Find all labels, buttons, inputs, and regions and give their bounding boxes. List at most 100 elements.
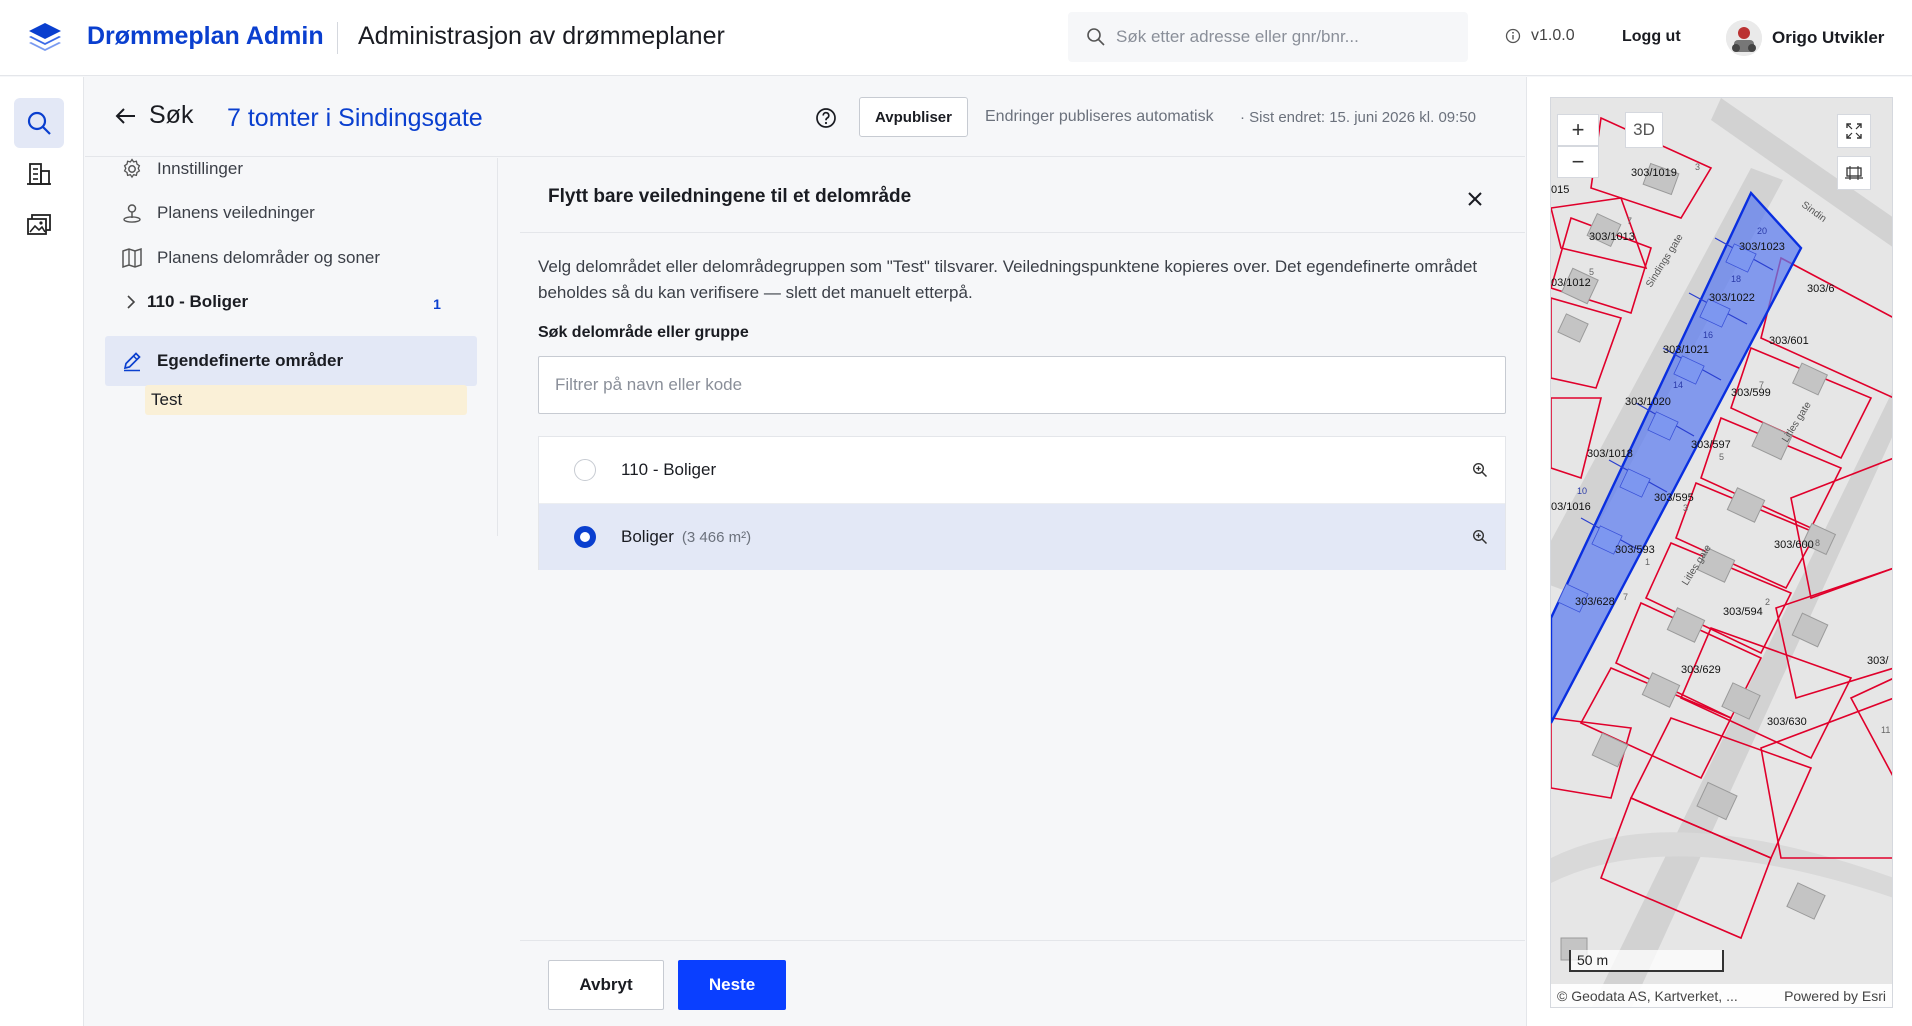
svg-text:015: 015 — [1551, 184, 1569, 196]
nav-group-boliger[interactable]: 110 - Boliger 1 — [121, 292, 481, 312]
search-icon — [27, 111, 51, 135]
svg-text:303/1021: 303/1021 — [1663, 344, 1709, 356]
last-changed: · Sist endret: 15. juni 2026 kl. 09:50 — [1240, 109, 1476, 126]
svg-text:18: 18 — [1731, 274, 1741, 284]
svg-text:7: 7 — [1627, 216, 1632, 226]
svg-text:303/1022: 303/1022 — [1709, 292, 1755, 304]
svg-text:10: 10 — [1577, 486, 1587, 496]
page-heading: Administrasjon av drømmeplaner — [358, 22, 725, 50]
avatar — [1726, 20, 1762, 56]
svg-text:303/629: 303/629 — [1681, 664, 1721, 676]
nav-custom-areas[interactable]: Egendefinerte områder — [105, 336, 477, 386]
layers-logo-icon[interactable] — [27, 20, 63, 56]
buildings-icon — [27, 163, 51, 185]
option-110-boliger[interactable]: 110 - Boliger — [539, 437, 1505, 503]
version-label: v1.0.0 — [1531, 27, 1575, 44]
svg-text:303/601: 303/601 — [1769, 335, 1809, 347]
images-icon — [27, 214, 51, 235]
divider — [520, 232, 1525, 233]
nav-settings[interactable]: Innstillinger — [121, 158, 243, 180]
svg-text:303/628: 303/628 — [1575, 596, 1615, 608]
nav-guidance-label: Planens veiledninger — [157, 203, 315, 222]
plan-title[interactable]: 7 tomter i Sindingsgate — [227, 104, 483, 133]
svg-text:303/1019: 303/1019 — [1631, 167, 1677, 179]
back-label: Søk — [149, 101, 194, 129]
option-area: (3 466 m²) — [681, 529, 752, 546]
3d-toggle-button[interactable]: 3D — [1625, 112, 1663, 148]
icon-rail — [0, 77, 84, 1026]
svg-text:2: 2 — [1765, 597, 1770, 607]
svg-text:20: 20 — [1757, 226, 1767, 236]
count-badge: 1 — [433, 296, 441, 312]
svg-text:3: 3 — [1695, 162, 1700, 172]
svg-text:8: 8 — [1815, 538, 1820, 548]
map-icon — [122, 247, 142, 269]
user-menu[interactable]: Origo Utvikler — [1726, 20, 1884, 56]
svg-text:303/593: 303/593 — [1615, 544, 1655, 556]
nav-subareas[interactable]: Planens delområder og soner — [121, 247, 380, 269]
address-search-input[interactable] — [1116, 27, 1446, 47]
option-boliger[interactable]: Boliger (3 466 m²) — [539, 504, 1505, 570]
basemap-button[interactable] — [1837, 156, 1871, 190]
gear-icon — [123, 158, 141, 179]
nav-settings-label: Innstillinger — [157, 159, 243, 178]
powered-by[interactable]: Powered by Esri — [1784, 988, 1892, 1004]
zoom-in-icon[interactable] — [1469, 526, 1491, 548]
app-name[interactable]: Drømmeplan Admin — [87, 22, 324, 51]
scale-bar: 50 m — [1569, 950, 1724, 972]
attribution-text[interactable]: © Geodata AS, Kartverket, ... — [1557, 988, 1784, 1004]
logout-link[interactable]: Logg ut — [1622, 28, 1681, 46]
rail-search-button[interactable] — [14, 98, 64, 148]
divider — [520, 940, 1525, 941]
nav-subareas-label: Planens delområder og soner — [157, 248, 381, 267]
svg-text:303/597: 303/597 — [1691, 439, 1731, 451]
expand-icon — [1846, 123, 1862, 139]
nav-custom-areas-label: Egendefinerte områder — [157, 351, 344, 370]
svg-text:303/1018: 303/1018 — [1587, 448, 1633, 460]
help-icon[interactable] — [815, 107, 837, 129]
chevron-right-icon — [127, 295, 136, 309]
svg-text:303/599: 303/599 — [1731, 387, 1771, 399]
radio-button[interactable] — [574, 459, 596, 481]
dialog-title: Flytt bare veiledningene til et delområd… — [548, 186, 912, 207]
svg-text:03/1016: 03/1016 — [1551, 501, 1591, 513]
option-label: 110 - Boliger — [621, 460, 717, 479]
address-search[interactable] — [1068, 12, 1468, 62]
svg-text:11: 11 — [1881, 725, 1890, 735]
svg-text:1: 1 — [1645, 557, 1650, 567]
close-button[interactable] — [1460, 184, 1490, 214]
radio-button-selected[interactable] — [574, 526, 596, 548]
svg-text:303/6: 303/6 — [1807, 283, 1835, 295]
svg-text:5: 5 — [1589, 267, 1594, 277]
fullscreen-button[interactable] — [1837, 114, 1871, 148]
zoom-out-button[interactable]: − — [1557, 146, 1599, 178]
filter-input[interactable] — [538, 356, 1506, 414]
unpublish-button[interactable]: Avpubliser — [859, 97, 968, 137]
option-label: Boliger (3 466 m²) — [621, 527, 752, 546]
nav-guidance[interactable]: Planens veiledninger — [121, 202, 315, 224]
map-view[interactable]: 30 015 303/1019 303/1013 03/1012 303/102… — [1550, 97, 1893, 1008]
map-canvas[interactable]: 30 015 303/1019 303/1013 03/1012 303/102… — [1551, 98, 1893, 1008]
svg-text:7: 7 — [1623, 592, 1628, 602]
zoom-in-button[interactable]: + — [1557, 114, 1599, 146]
zoom-in-icon[interactable] — [1469, 459, 1491, 481]
back-button[interactable]: Søk — [115, 101, 193, 130]
map-attribution: © Geodata AS, Kartverket, ... Powered by… — [1551, 984, 1892, 1007]
svg-text:303/1013: 303/1013 — [1589, 231, 1635, 243]
arrow-left-icon — [115, 107, 135, 124]
info-icon — [1505, 28, 1521, 44]
svg-text:303/1023: 303/1023 — [1739, 241, 1785, 253]
header-divider — [337, 22, 338, 54]
svg-text:7: 7 — [1759, 380, 1764, 390]
map-panel: 30 015 303/1019 303/1013 03/1012 303/102… — [1526, 77, 1912, 1026]
svg-text:16: 16 — [1703, 330, 1713, 340]
custom-area-test[interactable]: Test — [145, 385, 467, 415]
svg-text:14: 14 — [1673, 380, 1683, 390]
rail-buildings-button[interactable] — [14, 149, 64, 199]
svg-text:5: 5 — [1719, 452, 1724, 462]
cancel-button[interactable]: Avbryt — [548, 960, 664, 1010]
version-info[interactable]: v1.0.0 — [1505, 27, 1575, 45]
rail-images-button[interactable] — [14, 199, 64, 249]
svg-text:303/630: 303/630 — [1767, 716, 1807, 728]
next-button[interactable]: Neste — [678, 960, 786, 1010]
